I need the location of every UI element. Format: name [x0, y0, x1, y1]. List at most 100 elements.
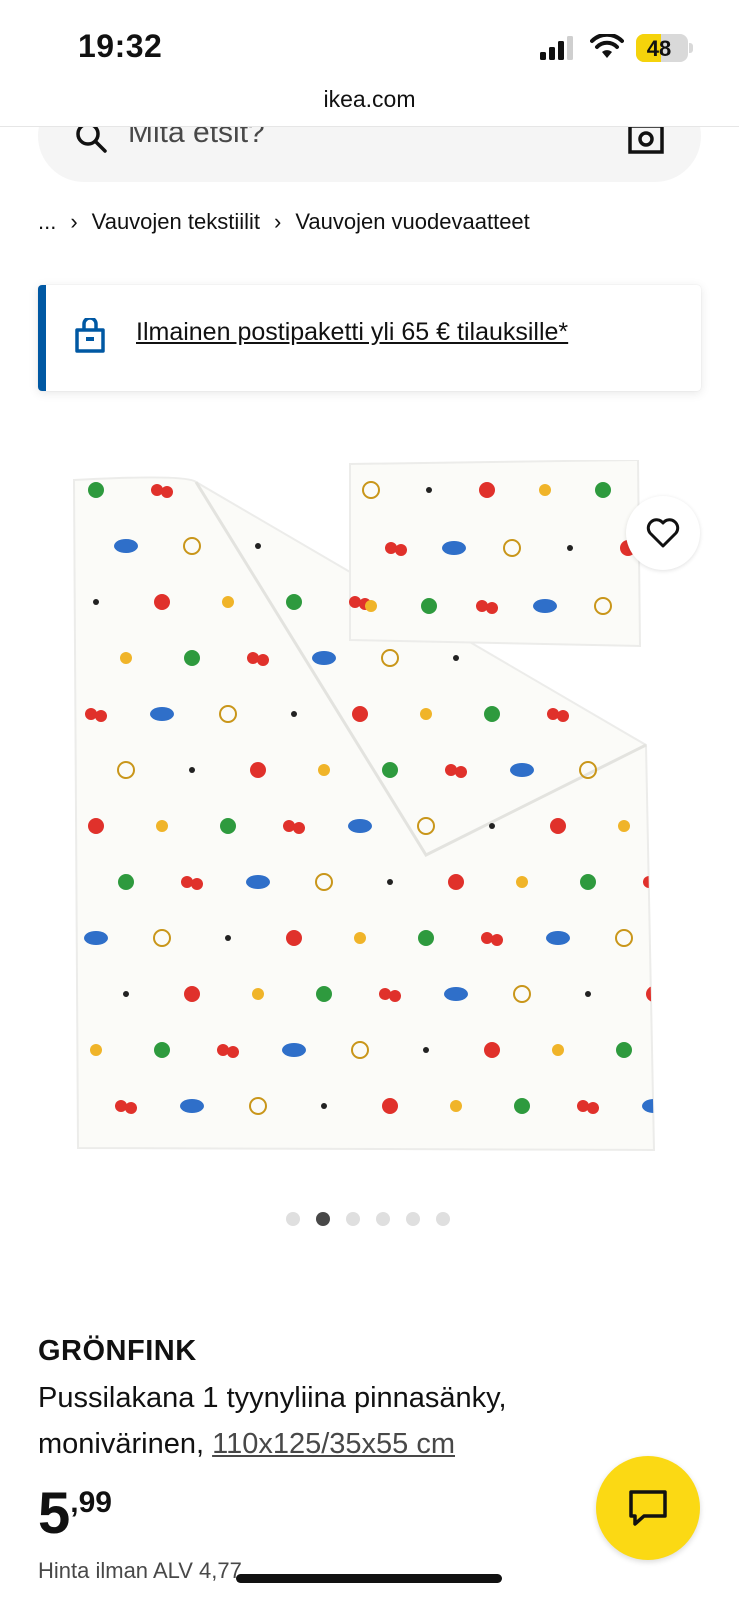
pattern-motif	[184, 650, 200, 666]
carousel-dot[interactable]	[346, 1212, 360, 1226]
pattern-motif	[321, 1103, 327, 1109]
status-time: 19:32	[78, 28, 163, 64]
camera-icon[interactable]	[628, 127, 664, 154]
free-shipping-banner[interactable]: Ilmainen postipaketti yli 65 € tilauksil…	[38, 285, 701, 391]
pattern-motif	[618, 820, 630, 832]
carousel-dot-active[interactable]	[316, 1212, 330, 1226]
price-decimal: ,99	[70, 1486, 112, 1519]
pattern-motif	[514, 1098, 530, 1114]
pattern-motif	[348, 819, 372, 833]
pattern-motif	[387, 879, 393, 885]
pattern-motif	[156, 820, 168, 832]
battery-indicator: 48	[636, 34, 688, 62]
pattern-motif	[453, 655, 459, 661]
cellular-signal-icon	[540, 36, 573, 60]
pattern-motif	[118, 874, 134, 890]
pattern-motif	[546, 931, 570, 945]
image-carousel-dots	[286, 1212, 450, 1226]
pattern-motif	[316, 986, 332, 1002]
pattern-motif	[516, 876, 528, 888]
pattern-motif	[184, 986, 200, 1002]
pattern-motif	[225, 935, 231, 941]
breadcrumb-item-ellipsis[interactable]: ...	[38, 209, 56, 235]
pattern-motif	[382, 762, 398, 778]
pattern-motif	[423, 1047, 429, 1053]
pattern-motif	[365, 600, 377, 612]
free-shipping-link[interactable]: Ilmainen postipaketti yli 65 € tilauksil…	[136, 318, 568, 347]
pattern-motif	[93, 599, 99, 605]
pattern-motif	[318, 764, 330, 776]
pattern-motif	[88, 482, 104, 498]
pattern-motif	[291, 711, 297, 717]
search-input[interactable]: Mitä etsit?	[128, 127, 265, 150]
browser-url[interactable]: ikea.com	[0, 86, 739, 113]
product-size-link[interactable]: 110x125/35x55 cm	[212, 1428, 455, 1460]
wifi-icon	[590, 34, 624, 58]
carousel-dot[interactable]	[286, 1212, 300, 1226]
pattern-motif	[189, 767, 195, 773]
pattern-motif	[444, 987, 468, 1001]
search-bar[interactable]: Mitä etsit?	[38, 127, 701, 182]
pattern-motif	[514, 650, 530, 666]
pattern-motif	[651, 767, 654, 773]
pattern-motif	[533, 599, 557, 613]
chevron-right-icon: ›	[274, 209, 282, 234]
pattern-motif	[539, 484, 551, 496]
pattern-motif	[286, 594, 302, 610]
pattern-motif	[442, 541, 466, 555]
pattern-motif	[285, 481, 303, 499]
pattern-motif	[246, 875, 270, 889]
pattern-motif	[646, 650, 654, 666]
pattern-motif	[255, 543, 261, 549]
pattern-motif	[180, 1099, 204, 1113]
pattern-motif	[484, 706, 500, 722]
carousel-dot[interactable]	[436, 1212, 450, 1226]
pattern-motif	[595, 482, 611, 498]
price-integer: 5	[38, 1481, 71, 1546]
pattern-motif	[426, 487, 432, 493]
pattern-motif	[286, 930, 302, 946]
pattern-motif	[585, 991, 591, 997]
pattern-motif	[154, 594, 170, 610]
pattern-motif	[582, 652, 594, 664]
home-indicator	[236, 1574, 502, 1583]
pattern-motif	[616, 1042, 632, 1058]
battery-percentage: 48	[646, 36, 672, 61]
pattern-motif	[120, 652, 132, 664]
pattern-motif	[90, 1044, 102, 1056]
pattern-motif	[88, 818, 104, 834]
chat-button[interactable]	[596, 1456, 700, 1560]
pattern-motif	[250, 762, 266, 778]
pattern-motif	[510, 763, 534, 777]
product-name: GRÖNFINK	[38, 1335, 197, 1367]
pattern-motif	[552, 1044, 564, 1056]
pattern-motif	[450, 1100, 462, 1112]
carousel-dot[interactable]	[376, 1212, 390, 1226]
pattern-motif	[354, 932, 366, 944]
heart-icon[interactable]	[646, 518, 680, 548]
pattern-motif	[489, 823, 495, 829]
banner-accent-bar	[38, 285, 46, 391]
pattern-motif	[123, 991, 129, 997]
battery-nub	[689, 43, 693, 53]
pattern-motif	[150, 707, 174, 721]
pattern-motif	[316, 538, 332, 554]
chevron-right-icon: ›	[70, 209, 78, 234]
search-icon[interactable]	[74, 127, 108, 154]
pattern-motif	[352, 706, 368, 722]
price-excluding-vat: Hinta ilman ALV 4,77	[38, 1558, 242, 1583]
pattern-motif	[418, 930, 434, 946]
product-image[interactable]	[66, 460, 676, 1180]
pattern-motif	[421, 598, 437, 614]
breadcrumb: ... › Vauvojen tekstiilit › Vauvojen vuo…	[38, 206, 530, 238]
product-price: 5,99	[38, 1480, 112, 1547]
search-bar-container: Mitä etsit?	[0, 127, 739, 187]
product-description: Pussilakana 1 tyynyliina pinnasänky, mon…	[38, 1375, 638, 1467]
add-to-favourites-button[interactable]	[626, 496, 700, 570]
pattern-motif	[420, 708, 432, 720]
pattern-motif	[154, 1042, 170, 1058]
pattern-motif	[580, 874, 596, 890]
carousel-dot[interactable]	[406, 1212, 420, 1226]
breadcrumb-item-baby-textiles[interactable]: Vauvojen tekstiilit	[92, 209, 260, 235]
breadcrumb-item-baby-bedding[interactable]: Vauvojen vuodevaatteet	[295, 209, 529, 235]
